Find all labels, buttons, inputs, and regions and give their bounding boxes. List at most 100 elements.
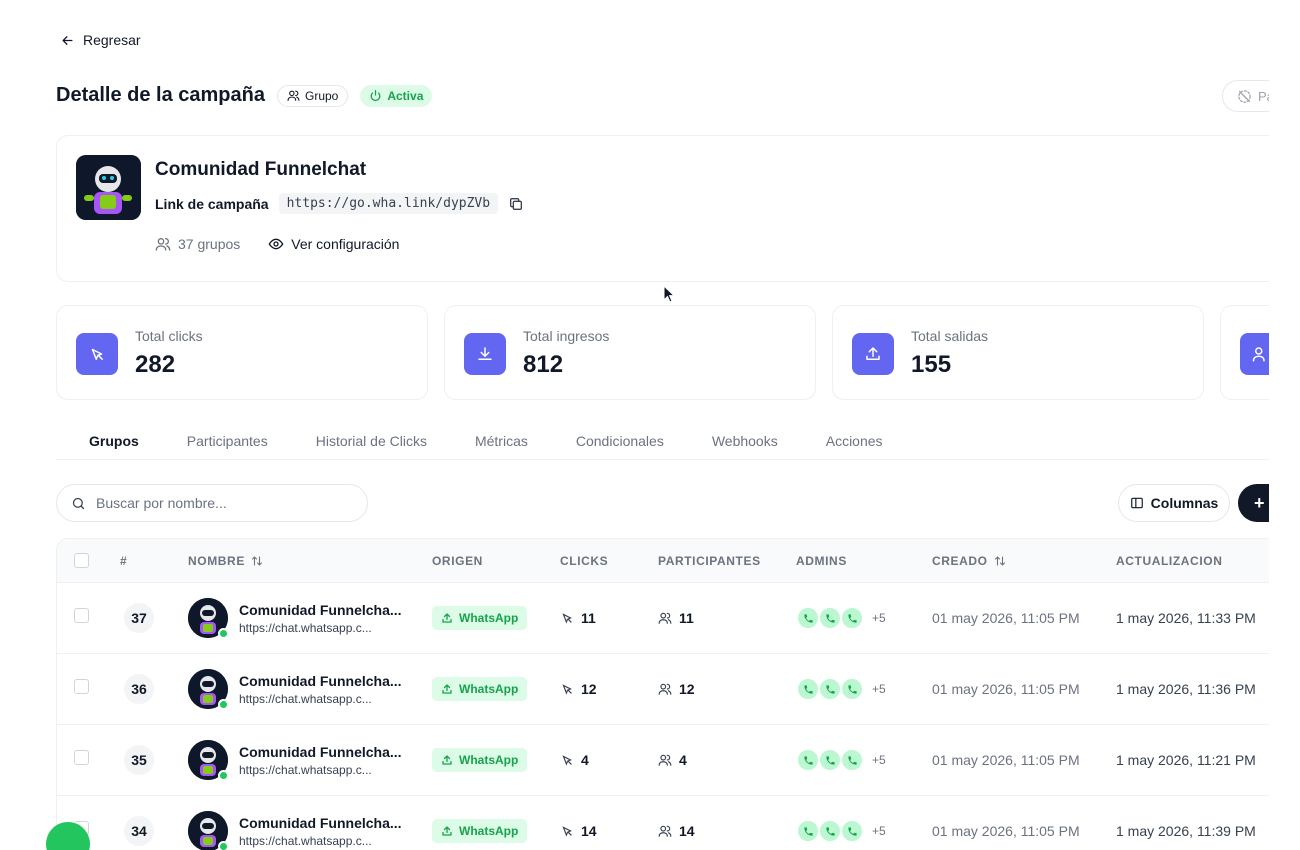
groups-count-label: 37 grupos bbox=[178, 236, 241, 252]
header-nombre[interactable]: NOMBRE bbox=[188, 539, 263, 583]
clicks-value: 14 bbox=[581, 823, 597, 839]
row-number: 34 bbox=[124, 816, 154, 846]
updated-date: 1 may 2026, 11:39 PM bbox=[1116, 823, 1256, 839]
title-row: Detalle de la campaña Grupo Activa bbox=[56, 84, 433, 107]
campaign-card: Comunidad Funnelchat Link de campaña htt… bbox=[56, 135, 1269, 282]
tab-historial-clicks[interactable]: Historial de Clicks bbox=[292, 422, 451, 460]
tab-grupos[interactable]: Grupos bbox=[56, 422, 163, 460]
group-url[interactable]: https://chat.whatsapp.c... bbox=[239, 692, 402, 706]
arrow-left-icon bbox=[62, 35, 73, 45]
group-avatar bbox=[188, 811, 229, 850]
phone-icon bbox=[840, 748, 864, 772]
group-name[interactable]: Comunidad Funnelcha... bbox=[239, 815, 402, 831]
clicks-value: 12 bbox=[581, 681, 597, 697]
row-checkbox[interactable] bbox=[74, 679, 89, 694]
row-checkbox[interactable] bbox=[74, 750, 89, 765]
stat-value: 812 bbox=[523, 351, 564, 378]
participants-value: 4 bbox=[679, 752, 687, 768]
copy-icon[interactable] bbox=[508, 196, 524, 212]
row-number: 35 bbox=[124, 745, 154, 775]
view-config-label: Ver configuración bbox=[291, 236, 400, 252]
admins-cell[interactable]: +5 bbox=[796, 819, 886, 843]
campaign-link-url: https://go.wha.link/dypZVb bbox=[278, 193, 499, 214]
cursor-click-icon bbox=[562, 826, 572, 837]
group-name[interactable]: Comunidad Funnelcha... bbox=[239, 602, 402, 618]
users-icon bbox=[658, 754, 672, 766]
stat-label: Total ingresos bbox=[523, 328, 610, 344]
tab-acciones[interactable]: Acciones bbox=[802, 422, 907, 460]
header-origen: ORIGEN bbox=[432, 554, 483, 568]
participants-value: 11 bbox=[679, 610, 694, 626]
group-name[interactable]: Comunidad Funnelcha... bbox=[239, 673, 402, 689]
group-avatar bbox=[188, 598, 229, 639]
stat-value: 282 bbox=[135, 351, 176, 378]
clicks-cell: 4 bbox=[560, 752, 589, 768]
group-url[interactable]: https://chat.whatsapp.c... bbox=[239, 763, 402, 777]
tab-webhooks[interactable]: Webhooks bbox=[688, 422, 802, 460]
group-avatar bbox=[188, 740, 229, 781]
eye-icon bbox=[268, 238, 284, 250]
origin-label: WhatsApp bbox=[459, 611, 519, 625]
pause-button[interactable]: Pa bbox=[1222, 80, 1269, 112]
phone-icon bbox=[840, 606, 864, 630]
admins-cell[interactable]: +5 bbox=[796, 748, 886, 772]
view-config-link[interactable]: Ver configuración bbox=[268, 236, 399, 252]
admins-more: +5 bbox=[872, 682, 886, 696]
tab-participantes[interactable]: Participantes bbox=[163, 422, 292, 460]
table-row[interactable]: 36 Comunidad Funnelcha... https://chat.w… bbox=[57, 654, 1269, 725]
phone-icon bbox=[840, 677, 864, 701]
row-number: 36 bbox=[124, 674, 154, 704]
admins-cell[interactable]: +5 bbox=[796, 606, 886, 630]
participants-cell: 12 bbox=[658, 681, 695, 697]
phone-icon bbox=[840, 819, 864, 843]
tab-metricas[interactable]: Métricas bbox=[451, 422, 552, 460]
robot-image bbox=[76, 155, 141, 220]
clicks-cell: 12 bbox=[560, 681, 597, 697]
sort-icon bbox=[251, 556, 262, 566]
header-participantes: PARTICIPANTES bbox=[658, 554, 761, 568]
origin-label: WhatsApp bbox=[459, 824, 519, 838]
admins-cell[interactable]: +5 bbox=[796, 677, 886, 701]
group-name[interactable]: Comunidad Funnelcha... bbox=[239, 744, 402, 760]
phone-icon bbox=[796, 819, 820, 843]
clicks-cell: 11 bbox=[560, 610, 596, 626]
header-creado-label: CREADO bbox=[932, 554, 988, 568]
clicks-value: 11 bbox=[581, 610, 596, 626]
row-number: 37 bbox=[124, 603, 154, 633]
stat-card-ingresos: Total ingresos 812 bbox=[444, 305, 816, 400]
table-row[interactable]: 35 Comunidad Funnelcha... https://chat.w… bbox=[57, 725, 1269, 796]
columns-button[interactable]: Columnas bbox=[1118, 484, 1230, 522]
header-creado[interactable]: CREADO bbox=[932, 539, 1006, 583]
updated-date: 1 may 2026, 11:21 PM bbox=[1116, 752, 1256, 768]
row-checkbox[interactable] bbox=[74, 608, 89, 623]
search-input[interactable] bbox=[96, 495, 346, 511]
upload-icon bbox=[852, 333, 894, 375]
created-date: 01 may 2026, 11:05 PM bbox=[932, 823, 1080, 839]
groups-table: # NOMBRE ORIGEN CLICKS PARTICIPANTES ADM… bbox=[56, 538, 1269, 850]
clicks-value: 4 bbox=[581, 752, 589, 768]
sort-icon bbox=[994, 556, 1005, 566]
upload-icon bbox=[442, 684, 452, 694]
group-url[interactable]: https://chat.whatsapp.c... bbox=[239, 621, 402, 635]
upload-icon bbox=[442, 826, 452, 836]
type-badge-label: Grupo bbox=[304, 88, 339, 103]
cursor-click-icon bbox=[562, 755, 572, 766]
table-row[interactable]: 34 Comunidad Funnelcha... https://chat.w… bbox=[57, 796, 1269, 850]
select-all-checkbox[interactable] bbox=[74, 553, 89, 568]
table-row[interactable]: 37 Comunidad Funnelcha... https://chat.w… bbox=[57, 583, 1269, 654]
participants-value: 12 bbox=[679, 681, 695, 697]
group-url[interactable]: https://chat.whatsapp.c... bbox=[239, 834, 402, 848]
status-badge-label: Activa bbox=[387, 88, 424, 103]
header-num: # bbox=[120, 554, 128, 568]
add-group-button[interactable]: + bbox=[1238, 484, 1269, 522]
back-link[interactable]: Regresar bbox=[60, 32, 141, 48]
search-icon bbox=[72, 497, 85, 509]
users-icon bbox=[658, 612, 672, 624]
header-admins: ADMINS bbox=[796, 554, 847, 568]
origin-label: WhatsApp bbox=[459, 753, 519, 767]
tab-condicionales[interactable]: Condicionales bbox=[552, 422, 688, 460]
upload-icon bbox=[442, 755, 452, 765]
header-nombre-label: NOMBRE bbox=[188, 554, 245, 568]
created-date: 01 may 2026, 11:05 PM bbox=[932, 752, 1080, 768]
users-icon bbox=[155, 238, 171, 251]
